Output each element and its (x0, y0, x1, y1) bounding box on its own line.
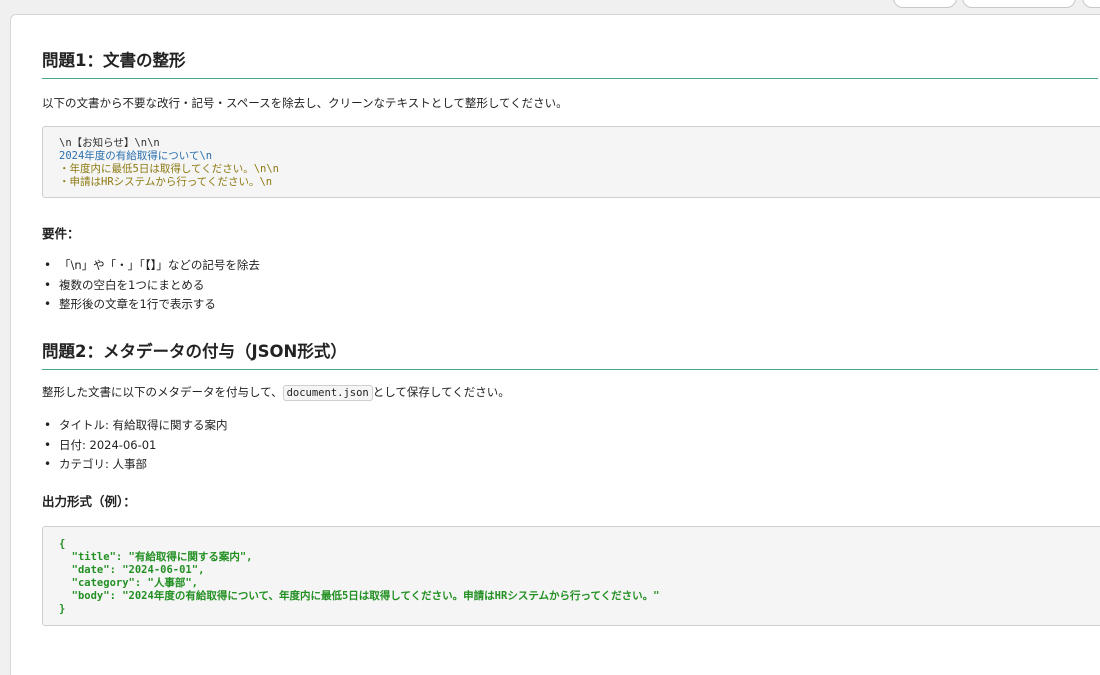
code-line: ・年度内に最低5日は取得してください。\n\n (59, 163, 279, 175)
top-toolbar-strip (0, 0, 1100, 14)
toolbar-button-1[interactable] (893, 0, 957, 8)
toolbar-button-2[interactable] (962, 0, 1076, 8)
list-item: 整形後の文章を1行で表示する (42, 295, 260, 315)
intro-text-before: 整形した文書に以下のメタデータを付与して、 (42, 385, 283, 399)
code-line: \n【お知らせ】\n\n (59, 137, 160, 149)
section1-intro: 以下の文書から不要な改行・記号・スペースを除去し、クリーンなテキストとして整形し… (42, 96, 568, 110)
source-text-code-block: \n【お知らせ】\n\n 2024年度の有給取得について\n ・年度内に最低5日は取… (42, 126, 1100, 198)
toolbar-button-3[interactable] (1082, 0, 1100, 8)
list-item: タイトル: 有給取得に関する案内 (42, 416, 228, 436)
json-line: "title": "有給取得に関する案内", (59, 551, 253, 563)
output-format-label: 出力形式（例）： (42, 494, 136, 509)
code-line: ・申請はHRシステムから行ってください。\n (59, 176, 273, 188)
section2-intro: 整形した文書に以下のメタデータを付与して、 document.json として保存し… (42, 384, 510, 401)
list-item: 日付: 2024-06-01 (42, 436, 228, 456)
list-item: 複数の空白を1つにまとめる (42, 276, 260, 296)
json-line: "category": "人事部", (59, 577, 198, 589)
code-line: 2024年度の有給取得について\n (59, 150, 213, 162)
filename-code: document.json (282, 385, 373, 401)
json-line: "date": "2024-06-01", (59, 564, 205, 576)
json-line: "body": "2024年度の有給取得について、年度内に最低5日は取得してくだ… (59, 590, 660, 602)
content-panel: 問題1：文書の整形 以下の文書から不要な改行・記号・スペースを除去し、クリーンな… (10, 14, 1100, 675)
json-example-code-block: { "title": "有給取得に関する案内", "date": "2024-0… (42, 526, 1100, 626)
json-line: { (59, 538, 66, 550)
intro-text-after: として保存してください。 (372, 385, 510, 399)
section2-heading: 問題2：メタデータの付与（JSON形式） (42, 338, 1098, 370)
json-line: } (59, 603, 66, 615)
requirements-list: 「\n」や「・」「【】」などの記号を除去 複数の空白を1つにまとめる 整形後の文… (42, 256, 260, 315)
list-item: 「\n」や「・」「【】」などの記号を除去 (42, 256, 260, 276)
metadata-list: タイトル: 有給取得に関する案内 日付: 2024-06-01 カテゴリ: 人事… (42, 416, 228, 475)
section1-heading: 問題1：文書の整形 (42, 47, 1098, 79)
list-item: カテゴリ: 人事部 (42, 455, 228, 475)
requirements-label: 要件： (42, 226, 80, 241)
